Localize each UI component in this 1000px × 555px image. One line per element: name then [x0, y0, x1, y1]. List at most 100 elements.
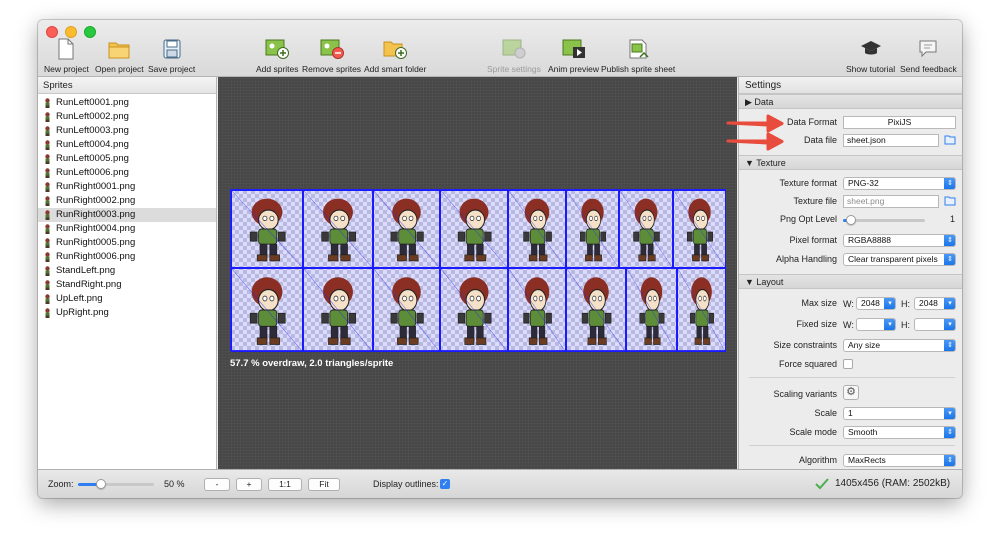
sprite-list-item[interactable]: RunRight0005.png [38, 236, 216, 250]
character-sprite-icon [674, 191, 725, 267]
alpha-handling-select[interactable]: Clear transparent pixels ⇕ [843, 253, 956, 266]
sprite-list-item[interactable]: UpRight.png [38, 306, 216, 320]
character-sprite-icon [509, 191, 565, 267]
sprite-list-item[interactable]: RunRight0006.png [38, 250, 216, 264]
force-squared-checkbox[interactable] [843, 359, 853, 369]
algorithm-select[interactable]: MaxRects ⇕ [843, 454, 956, 467]
texture-format-value: PNG-32 [848, 178, 879, 188]
show-tutorial-button[interactable]: Show tutorial [846, 38, 895, 74]
zoom-slider-knob[interactable] [96, 479, 106, 489]
data-section-header[interactable]: ▶ Data [739, 94, 962, 109]
texture-file-field[interactable]: sheet.png [843, 195, 939, 208]
speech-bubble-icon [919, 40, 937, 58]
size-constraints-select[interactable]: Any size ⇕ [843, 339, 956, 352]
sprite-frame[interactable] [373, 190, 440, 268]
sprite-settings-button[interactable]: Sprite settings [487, 38, 541, 74]
character-sprite-icon [441, 269, 507, 351]
send-feedback-button[interactable]: Send feedback [900, 38, 957, 74]
sprite-frame[interactable] [673, 190, 726, 268]
algorithm-value: MaxRects [848, 455, 886, 465]
png-opt-level-slider[interactable] [843, 215, 925, 225]
save-project-button[interactable]: Save project [148, 38, 195, 74]
add-image-icon [265, 39, 290, 59]
minimize-window-button[interactable] [65, 26, 77, 38]
pixel-format-row: Pixel format RGBA8888 ⇕ [739, 233, 962, 249]
publish-sprite-sheet-button[interactable]: Publish sprite sheet [601, 38, 675, 74]
sprite-list-item[interactable]: RunRight0002.png [38, 194, 216, 208]
zoom-slider[interactable] [78, 479, 154, 489]
texture-file-folder-icon[interactable] [944, 196, 956, 206]
sprite-frame[interactable] [508, 190, 566, 268]
zoom-fit-button[interactable]: Fit [308, 478, 340, 491]
sprite-list-item[interactable]: StandRight.png [38, 278, 216, 292]
png-opt-level-knob[interactable] [846, 215, 856, 225]
chevron-down-icon: ▾ [884, 319, 895, 330]
sprite-list-item[interactable]: RunLeft0002.png [38, 110, 216, 124]
sprite-list-item[interactable]: RunLeft0004.png [38, 138, 216, 152]
close-window-button[interactable] [46, 26, 58, 38]
remove-sprites-button[interactable]: Remove sprites [302, 38, 361, 74]
sprites-header: Sprites [38, 77, 216, 94]
zoom-actual-size-button[interactable]: 1:1 [268, 478, 302, 491]
sprite-frame[interactable] [440, 268, 508, 352]
algorithm-label: Algorithm [798, 455, 837, 465]
max-height-value: 2048 [919, 298, 938, 308]
sprite-frame[interactable] [619, 190, 673, 268]
open-project-button[interactable]: Open project [95, 38, 144, 74]
zoom-in-button[interactable]: + [236, 478, 262, 491]
sprites-panel: Sprites RunLeft0001.png RunLeft0002.png Ru… [38, 77, 217, 469]
sprite-thumbnail-icon [45, 182, 50, 192]
scale-mode-select[interactable]: Smooth ⇕ [843, 426, 956, 439]
add-sprites-button[interactable]: Add sprites [256, 38, 299, 74]
sprite-frame[interactable] [508, 268, 566, 352]
fixed-width-select[interactable]: ▾ [856, 318, 896, 331]
new-project-button[interactable]: New project [44, 38, 89, 74]
sprite-list-item[interactable]: RunLeft0006.png [38, 166, 216, 180]
add-smart-folder-button[interactable]: Add smart folder [364, 38, 426, 74]
sprite-list-item[interactable]: UpLeft.png [38, 292, 216, 306]
sprite-frame[interactable] [566, 190, 619, 268]
sprite-list-item[interactable]: RunLeft0001.png [38, 96, 216, 110]
max-height-select[interactable]: 2048 ▾ [914, 297, 956, 310]
zoom-window-button[interactable] [84, 26, 96, 38]
texture-format-select[interactable]: PNG-32 ⇕ [843, 177, 956, 190]
gear-icon[interactable]: ⚙ [843, 385, 859, 400]
sprite-sheet-canvas[interactable]: 57.7 % overdraw, 2.0 triangles/sprite [218, 77, 737, 469]
sprite-frame[interactable] [231, 190, 303, 268]
sprite-list-item[interactable]: RunLeft0005.png [38, 152, 216, 166]
data-format-button[interactable]: PixiJS [843, 116, 956, 129]
data-file-folder-icon[interactable] [944, 135, 956, 145]
sprite-frame[interactable] [566, 268, 626, 352]
size-constraints-row: Size constraints Any size ⇕ [739, 338, 962, 354]
sprite-frame[interactable] [303, 268, 373, 352]
sprite-sheet-preview[interactable] [230, 189, 726, 352]
pixel-format-select[interactable]: RGBA8888 ⇕ [843, 234, 956, 247]
sprite-list-item[interactable]: RunLeft0003.png [38, 124, 216, 138]
scale-combobox[interactable]: 1 ▾ [843, 407, 956, 420]
max-width-select[interactable]: 2048 ▾ [856, 297, 896, 310]
data-file-field[interactable]: sheet.json [843, 134, 939, 147]
sheet-size-info: 1405x456 (RAM: 2502kB) [835, 478, 951, 489]
sprite-filename: UpRight.png [56, 307, 109, 318]
sprite-frame[interactable] [677, 268, 726, 352]
sprite-list-item[interactable]: StandLeft.png [38, 264, 216, 278]
sprite-filename: RunRight0001.png [56, 181, 136, 192]
sprite-frame[interactable] [373, 268, 440, 352]
document-icon [58, 38, 74, 60]
layout-section-header[interactable]: ▼ Layout [739, 274, 962, 289]
png-opt-level-row: Png Opt Level 1 [739, 212, 962, 228]
sprite-filename: RunRight0005.png [56, 237, 136, 248]
fixed-height-select[interactable]: ▾ [914, 318, 956, 331]
sprite-frame[interactable] [231, 268, 303, 352]
sprite-frame[interactable] [440, 190, 508, 268]
sprite-frame[interactable] [303, 190, 373, 268]
sprite-frame[interactable] [626, 268, 677, 352]
display-outlines-checkbox[interactable]: ✓ [440, 479, 450, 489]
anim-preview-button[interactable]: Anim preview [548, 38, 599, 74]
zoom-out-button[interactable]: - [204, 478, 230, 491]
sprite-thumbnail-icon [45, 98, 50, 108]
sprite-list-item[interactable]: RunRight0001.png [38, 180, 216, 194]
sprite-list-item[interactable]: RunRight0003.png [38, 208, 216, 222]
checkmark-icon [815, 478, 829, 490]
sprite-list-item[interactable]: RunRight0004.png [38, 222, 216, 236]
